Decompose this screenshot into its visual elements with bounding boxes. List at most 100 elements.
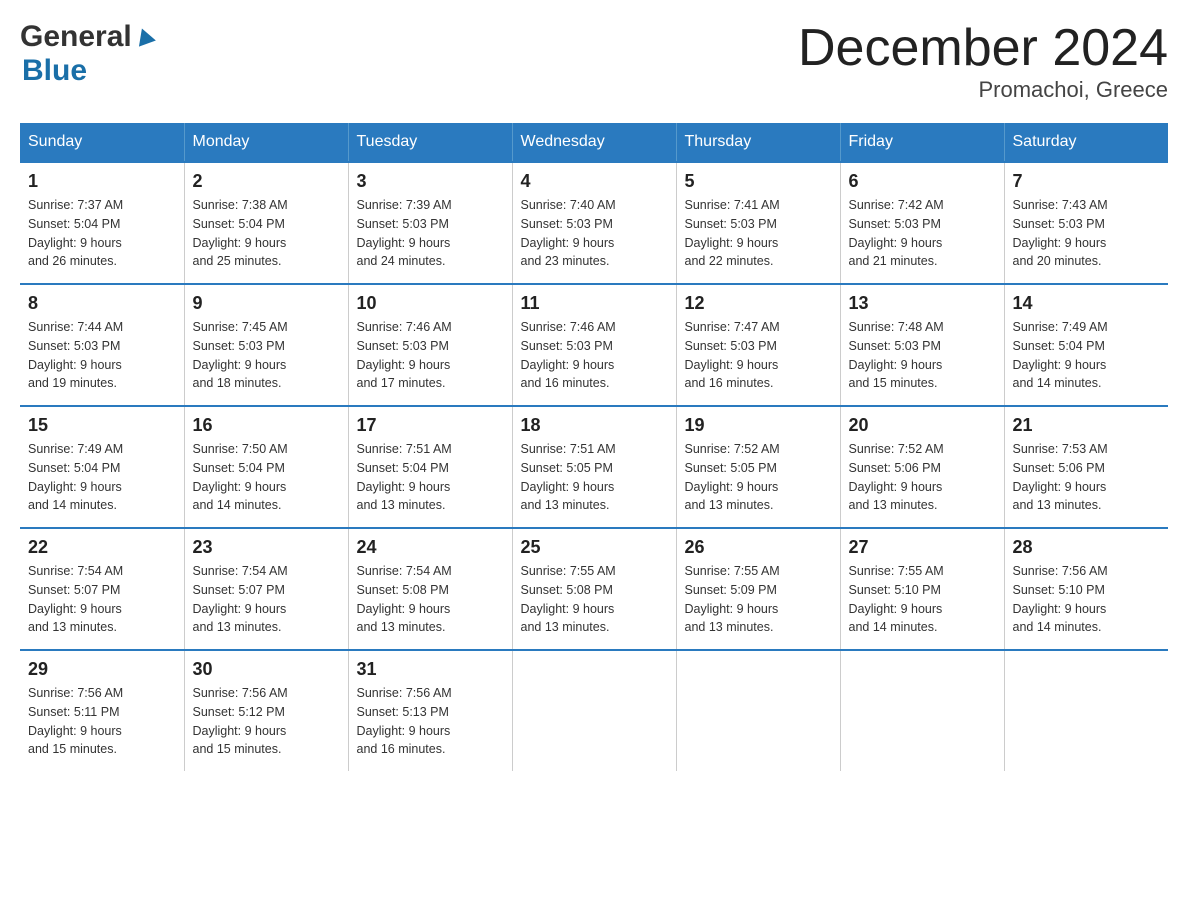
day-cell: 12 Sunrise: 7:47 AM Sunset: 5:03 PM Dayl…: [676, 284, 840, 406]
day-info: Sunrise: 7:55 AM Sunset: 5:08 PM Dayligh…: [521, 562, 668, 637]
day-cell: 24 Sunrise: 7:54 AM Sunset: 5:08 PM Dayl…: [348, 528, 512, 650]
day-cell: 3 Sunrise: 7:39 AM Sunset: 5:03 PM Dayli…: [348, 162, 512, 284]
day-info: Sunrise: 7:49 AM Sunset: 5:04 PM Dayligh…: [28, 440, 176, 515]
day-number: 6: [849, 171, 996, 192]
header-thursday: Thursday: [676, 123, 840, 162]
day-cell: 30 Sunrise: 7:56 AM Sunset: 5:12 PM Dayl…: [184, 650, 348, 771]
day-cell: 2 Sunrise: 7:38 AM Sunset: 5:04 PM Dayli…: [184, 162, 348, 284]
day-info: Sunrise: 7:54 AM Sunset: 5:08 PM Dayligh…: [357, 562, 504, 637]
day-cell: 27 Sunrise: 7:55 AM Sunset: 5:10 PM Dayl…: [840, 528, 1004, 650]
day-info: Sunrise: 7:43 AM Sunset: 5:03 PM Dayligh…: [1013, 196, 1161, 271]
day-number: 3: [357, 171, 504, 192]
day-info: Sunrise: 7:39 AM Sunset: 5:03 PM Dayligh…: [357, 196, 504, 271]
day-number: 5: [685, 171, 832, 192]
day-cell: 17 Sunrise: 7:51 AM Sunset: 5:04 PM Dayl…: [348, 406, 512, 528]
day-cell: 29 Sunrise: 7:56 AM Sunset: 5:11 PM Dayl…: [20, 650, 184, 771]
day-cell: 7 Sunrise: 7:43 AM Sunset: 5:03 PM Dayli…: [1004, 162, 1168, 284]
day-cell: 21 Sunrise: 7:53 AM Sunset: 5:06 PM Dayl…: [1004, 406, 1168, 528]
month-title: December 2024: [798, 20, 1168, 77]
day-cell: 13 Sunrise: 7:48 AM Sunset: 5:03 PM Dayl…: [840, 284, 1004, 406]
logo-general-text: General: [20, 20, 132, 54]
day-info: Sunrise: 7:48 AM Sunset: 5:03 PM Dayligh…: [849, 318, 996, 393]
day-number: 19: [685, 415, 832, 436]
day-cell: 18 Sunrise: 7:51 AM Sunset: 5:05 PM Dayl…: [512, 406, 676, 528]
day-info: Sunrise: 7:37 AM Sunset: 5:04 PM Dayligh…: [28, 196, 176, 271]
header-tuesday: Tuesday: [348, 123, 512, 162]
logo-general-line: General: [20, 20, 156, 54]
day-info: Sunrise: 7:45 AM Sunset: 5:03 PM Dayligh…: [193, 318, 340, 393]
title-area: December 2024 Promachoi, Greece: [798, 20, 1168, 103]
day-cell: 1 Sunrise: 7:37 AM Sunset: 5:04 PM Dayli…: [20, 162, 184, 284]
day-info: Sunrise: 7:52 AM Sunset: 5:05 PM Dayligh…: [685, 440, 832, 515]
location: Promachoi, Greece: [798, 77, 1168, 103]
day-cell: 19 Sunrise: 7:52 AM Sunset: 5:05 PM Dayl…: [676, 406, 840, 528]
day-cell: [676, 650, 840, 771]
day-info: Sunrise: 7:51 AM Sunset: 5:04 PM Dayligh…: [357, 440, 504, 515]
calendar-table: SundayMondayTuesdayWednesdayThursdayFrid…: [20, 123, 1168, 771]
week-row-3: 15 Sunrise: 7:49 AM Sunset: 5:04 PM Dayl…: [20, 406, 1168, 528]
day-info: Sunrise: 7:54 AM Sunset: 5:07 PM Dayligh…: [193, 562, 340, 637]
day-cell: 5 Sunrise: 7:41 AM Sunset: 5:03 PM Dayli…: [676, 162, 840, 284]
day-info: Sunrise: 7:44 AM Sunset: 5:03 PM Dayligh…: [28, 318, 176, 393]
day-number: 4: [521, 171, 668, 192]
day-cell: 10 Sunrise: 7:46 AM Sunset: 5:03 PM Dayl…: [348, 284, 512, 406]
day-cell: [512, 650, 676, 771]
day-number: 23: [193, 537, 340, 558]
day-info: Sunrise: 7:56 AM Sunset: 5:10 PM Dayligh…: [1013, 562, 1161, 637]
day-number: 1: [28, 171, 176, 192]
logo-triangle-icon: [134, 26, 156, 53]
day-cell: 25 Sunrise: 7:55 AM Sunset: 5:08 PM Dayl…: [512, 528, 676, 650]
day-cell: [840, 650, 1004, 771]
day-number: 10: [357, 293, 504, 314]
day-number: 17: [357, 415, 504, 436]
day-number: 28: [1013, 537, 1161, 558]
day-cell: 6 Sunrise: 7:42 AM Sunset: 5:03 PM Dayli…: [840, 162, 1004, 284]
logo-blue-text: Blue: [22, 54, 87, 87]
day-info: Sunrise: 7:55 AM Sunset: 5:10 PM Dayligh…: [849, 562, 996, 637]
day-info: Sunrise: 7:55 AM Sunset: 5:09 PM Dayligh…: [685, 562, 832, 637]
day-cell: 28 Sunrise: 7:56 AM Sunset: 5:10 PM Dayl…: [1004, 528, 1168, 650]
day-info: Sunrise: 7:56 AM Sunset: 5:11 PM Dayligh…: [28, 684, 176, 759]
day-number: 14: [1013, 293, 1161, 314]
header-saturday: Saturday: [1004, 123, 1168, 162]
day-cell: 22 Sunrise: 7:54 AM Sunset: 5:07 PM Dayl…: [20, 528, 184, 650]
day-info: Sunrise: 7:41 AM Sunset: 5:03 PM Dayligh…: [685, 196, 832, 271]
header-friday: Friday: [840, 123, 1004, 162]
day-info: Sunrise: 7:50 AM Sunset: 5:04 PM Dayligh…: [193, 440, 340, 515]
day-number: 8: [28, 293, 176, 314]
day-number: 12: [685, 293, 832, 314]
day-info: Sunrise: 7:56 AM Sunset: 5:12 PM Dayligh…: [193, 684, 340, 759]
day-info: Sunrise: 7:46 AM Sunset: 5:03 PM Dayligh…: [357, 318, 504, 393]
day-number: 26: [685, 537, 832, 558]
day-number: 24: [357, 537, 504, 558]
day-cell: 23 Sunrise: 7:54 AM Sunset: 5:07 PM Dayl…: [184, 528, 348, 650]
day-info: Sunrise: 7:42 AM Sunset: 5:03 PM Dayligh…: [849, 196, 996, 271]
day-cell: 4 Sunrise: 7:40 AM Sunset: 5:03 PM Dayli…: [512, 162, 676, 284]
day-number: 29: [28, 659, 176, 680]
header-monday: Monday: [184, 123, 348, 162]
header-wednesday: Wednesday: [512, 123, 676, 162]
logo-blue-line: Blue: [20, 54, 87, 88]
day-info: Sunrise: 7:49 AM Sunset: 5:04 PM Dayligh…: [1013, 318, 1161, 393]
day-info: Sunrise: 7:40 AM Sunset: 5:03 PM Dayligh…: [521, 196, 668, 271]
day-cell: 31 Sunrise: 7:56 AM Sunset: 5:13 PM Dayl…: [348, 650, 512, 771]
day-info: Sunrise: 7:47 AM Sunset: 5:03 PM Dayligh…: [685, 318, 832, 393]
week-row-5: 29 Sunrise: 7:56 AM Sunset: 5:11 PM Dayl…: [20, 650, 1168, 771]
day-number: 21: [1013, 415, 1161, 436]
day-number: 2: [193, 171, 340, 192]
day-cell: [1004, 650, 1168, 771]
week-row-4: 22 Sunrise: 7:54 AM Sunset: 5:07 PM Dayl…: [20, 528, 1168, 650]
day-info: Sunrise: 7:53 AM Sunset: 5:06 PM Dayligh…: [1013, 440, 1161, 515]
day-info: Sunrise: 7:54 AM Sunset: 5:07 PM Dayligh…: [28, 562, 176, 637]
week-row-2: 8 Sunrise: 7:44 AM Sunset: 5:03 PM Dayli…: [20, 284, 1168, 406]
day-cell: 14 Sunrise: 7:49 AM Sunset: 5:04 PM Dayl…: [1004, 284, 1168, 406]
day-number: 22: [28, 537, 176, 558]
day-number: 9: [193, 293, 340, 314]
day-number: 11: [521, 293, 668, 314]
calendar-header-row: SundayMondayTuesdayWednesdayThursdayFrid…: [20, 123, 1168, 162]
day-cell: 11 Sunrise: 7:46 AM Sunset: 5:03 PM Dayl…: [512, 284, 676, 406]
day-cell: 8 Sunrise: 7:44 AM Sunset: 5:03 PM Dayli…: [20, 284, 184, 406]
day-cell: 20 Sunrise: 7:52 AM Sunset: 5:06 PM Dayl…: [840, 406, 1004, 528]
day-cell: 15 Sunrise: 7:49 AM Sunset: 5:04 PM Dayl…: [20, 406, 184, 528]
day-info: Sunrise: 7:51 AM Sunset: 5:05 PM Dayligh…: [521, 440, 668, 515]
